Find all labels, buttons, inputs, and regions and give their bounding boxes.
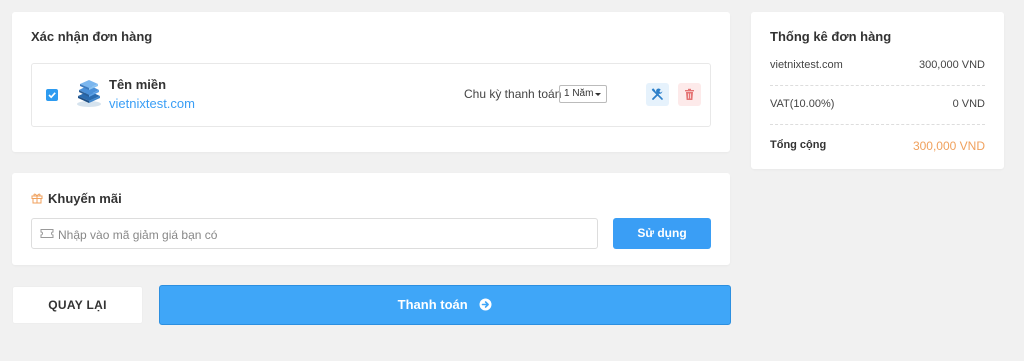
checkout-button[interactable]: Thanh toán (159, 285, 731, 325)
trash-icon (685, 88, 694, 100)
item-domain-link[interactable]: vietnixtest.com (109, 96, 195, 111)
config-button[interactable] (646, 83, 669, 106)
summary-row-label: VAT(10.00%) (770, 98, 835, 110)
total-label: Tổng cộng (770, 139, 827, 151)
arrow-right-circle-icon (479, 298, 492, 311)
order-summary-card: Thống kê đơn hàng vietnixtest.com 300,00… (751, 12, 1004, 169)
billing-cycle-value: 1 Năm (564, 88, 594, 99)
promotion-card: Khuyến mãi Nhập vào mã giảm giá bạn có S… (12, 173, 730, 265)
ticket-icon (40, 229, 54, 238)
promo-code-placeholder: Nhập vào mã giảm giá bạn có (58, 228, 218, 242)
check-icon (48, 92, 56, 99)
apply-promo-button[interactable]: Sử dụng (613, 218, 711, 249)
summary-title: Thống kê đơn hàng (770, 29, 892, 44)
billing-cycle-label: Chu kỳ thanh toán (464, 87, 562, 101)
delete-button[interactable] (678, 83, 701, 106)
item-name: Tên miền (109, 77, 167, 92)
summary-row-value: 0 VND (952, 98, 985, 110)
back-button[interactable]: QUAY LẠI (12, 286, 143, 324)
item-checkbox[interactable] (46, 89, 58, 101)
tools-icon (651, 88, 663, 100)
gift-icon (31, 193, 43, 204)
summary-total-row: Tổng cộng 300,000 VND (770, 139, 985, 153)
order-title: Xác nhận đơn hàng (31, 29, 153, 44)
chevron-down-icon (595, 93, 601, 96)
total-value: 300,000 VND (912, 139, 985, 153)
promotion-title: Khuyến mãi (48, 191, 122, 206)
checkout-button-label: Thanh toán (397, 297, 468, 312)
summary-row: vietnixtest.com 300,000 VND (770, 59, 985, 71)
order-item: Tên miền vietnixtest.com Chu kỳ thanh to… (31, 63, 711, 127)
divider (770, 124, 985, 125)
summary-row-value: 300,000 VND (918, 59, 985, 71)
summary-row-label: vietnixtest.com (770, 59, 843, 71)
divider (770, 85, 985, 86)
order-confirmation-card: Xác nhận đơn hàng Tên miền vietnixtest.c… (12, 12, 730, 152)
server-stack-icon (77, 80, 101, 107)
promo-code-input[interactable]: Nhập vào mã giảm giá bạn có (31, 218, 598, 249)
billing-cycle-select[interactable]: 1 Năm (559, 85, 607, 103)
summary-row: VAT(10.00%) 0 VND (770, 98, 985, 110)
